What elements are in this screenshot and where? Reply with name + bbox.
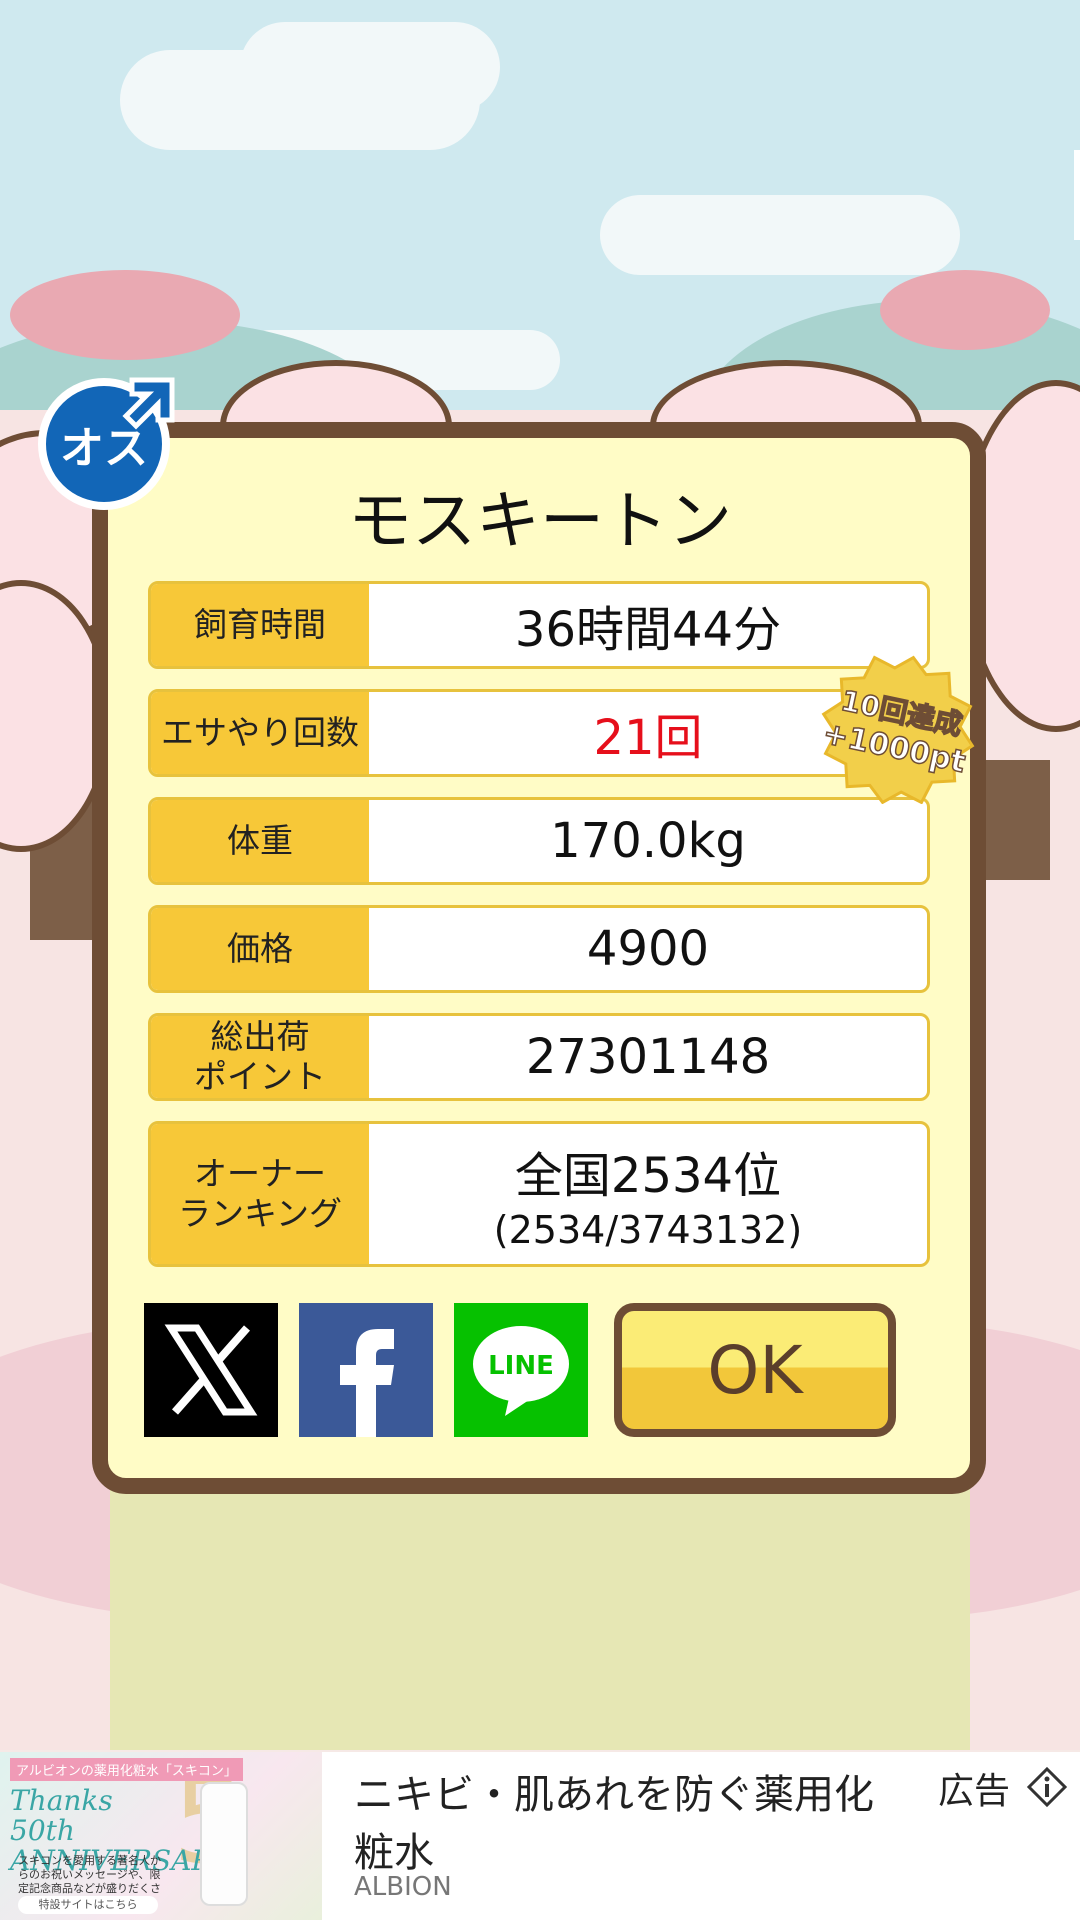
- cloud: [600, 195, 960, 275]
- share-line-button[interactable]: LINE: [454, 1303, 588, 1437]
- stat-label: 価格: [151, 908, 369, 990]
- stat-label: 総出荷 ポイント: [151, 1016, 369, 1098]
- ad-label: 広告: [938, 1771, 1011, 1812]
- male-symbol-icon: [122, 377, 175, 430]
- stat-value: 4900: [586, 921, 710, 977]
- stat-label: 飼育時間: [151, 584, 369, 666]
- ok-button[interactable]: OK: [614, 1303, 896, 1437]
- ad-banner[interactable]: 5 アルビオンの薬用化粧水「スキコン」 Thanks 50th ANNIVERS…: [0, 1752, 1080, 1920]
- stat-value: 170.0kg: [550, 813, 746, 869]
- achievement-badge: 10回達成 +1000pt: [819, 655, 975, 804]
- stat-label: エサやり回数: [151, 692, 369, 774]
- ad-thumb-tag: アルビオンの薬用化粧水「スキコン」: [10, 1758, 243, 1781]
- stat-value: 27301148: [525, 1029, 771, 1085]
- stat-row-price: 価格 4900: [148, 905, 930, 993]
- ranking-detail: (2534/3743132): [493, 1208, 803, 1252]
- ad-thumbnail[interactable]: 5 アルビオンの薬用化粧水「スキコン」 Thanks 50th ANNIVERS…: [0, 1752, 322, 1920]
- ad-headline[interactable]: ニキビ・肌あれを防ぐ薬用化粧水: [354, 1766, 894, 1882]
- ad-brand: ALBION: [354, 1872, 452, 1902]
- ad-thumb-button[interactable]: 特設サイトはこちら: [18, 1896, 158, 1914]
- stat-value: 全国2534位 (2534/3743132): [369, 1124, 927, 1264]
- pink-tree: [880, 270, 1050, 350]
- pink-tree: [10, 270, 240, 360]
- pet-name: モスキートン: [348, 485, 732, 559]
- screen-edge: [1074, 150, 1080, 240]
- product-bottle: [200, 1782, 248, 1906]
- stat-label: オーナー ランキング: [151, 1124, 369, 1264]
- info-icon[interactable]: [1026, 1766, 1068, 1808]
- cloud: [240, 22, 500, 112]
- stat-row-ranking: オーナー ランキング 全国2534位 (2534/3743132): [148, 1121, 930, 1267]
- facebook-logo-icon: [340, 1329, 394, 1437]
- ranking-text: 全国2534位: [514, 1148, 782, 1204]
- line-logo-text: LINE: [488, 1351, 554, 1381]
- stat-row-points: 総出荷 ポイント 27301148: [148, 1013, 930, 1101]
- line-logo-icon: LINE: [473, 1326, 569, 1416]
- share-facebook-button[interactable]: [299, 1303, 433, 1437]
- stat-row-feeding: エサやり回数 21回: [148, 689, 930, 777]
- x-logo-icon: [164, 1324, 258, 1416]
- share-x-button[interactable]: [144, 1303, 278, 1437]
- stat-row-time: 飼育時間 36時間44分: [148, 581, 930, 669]
- stat-label: 体重: [151, 800, 369, 882]
- stat-row-weight: 体重 170.0kg: [148, 797, 930, 885]
